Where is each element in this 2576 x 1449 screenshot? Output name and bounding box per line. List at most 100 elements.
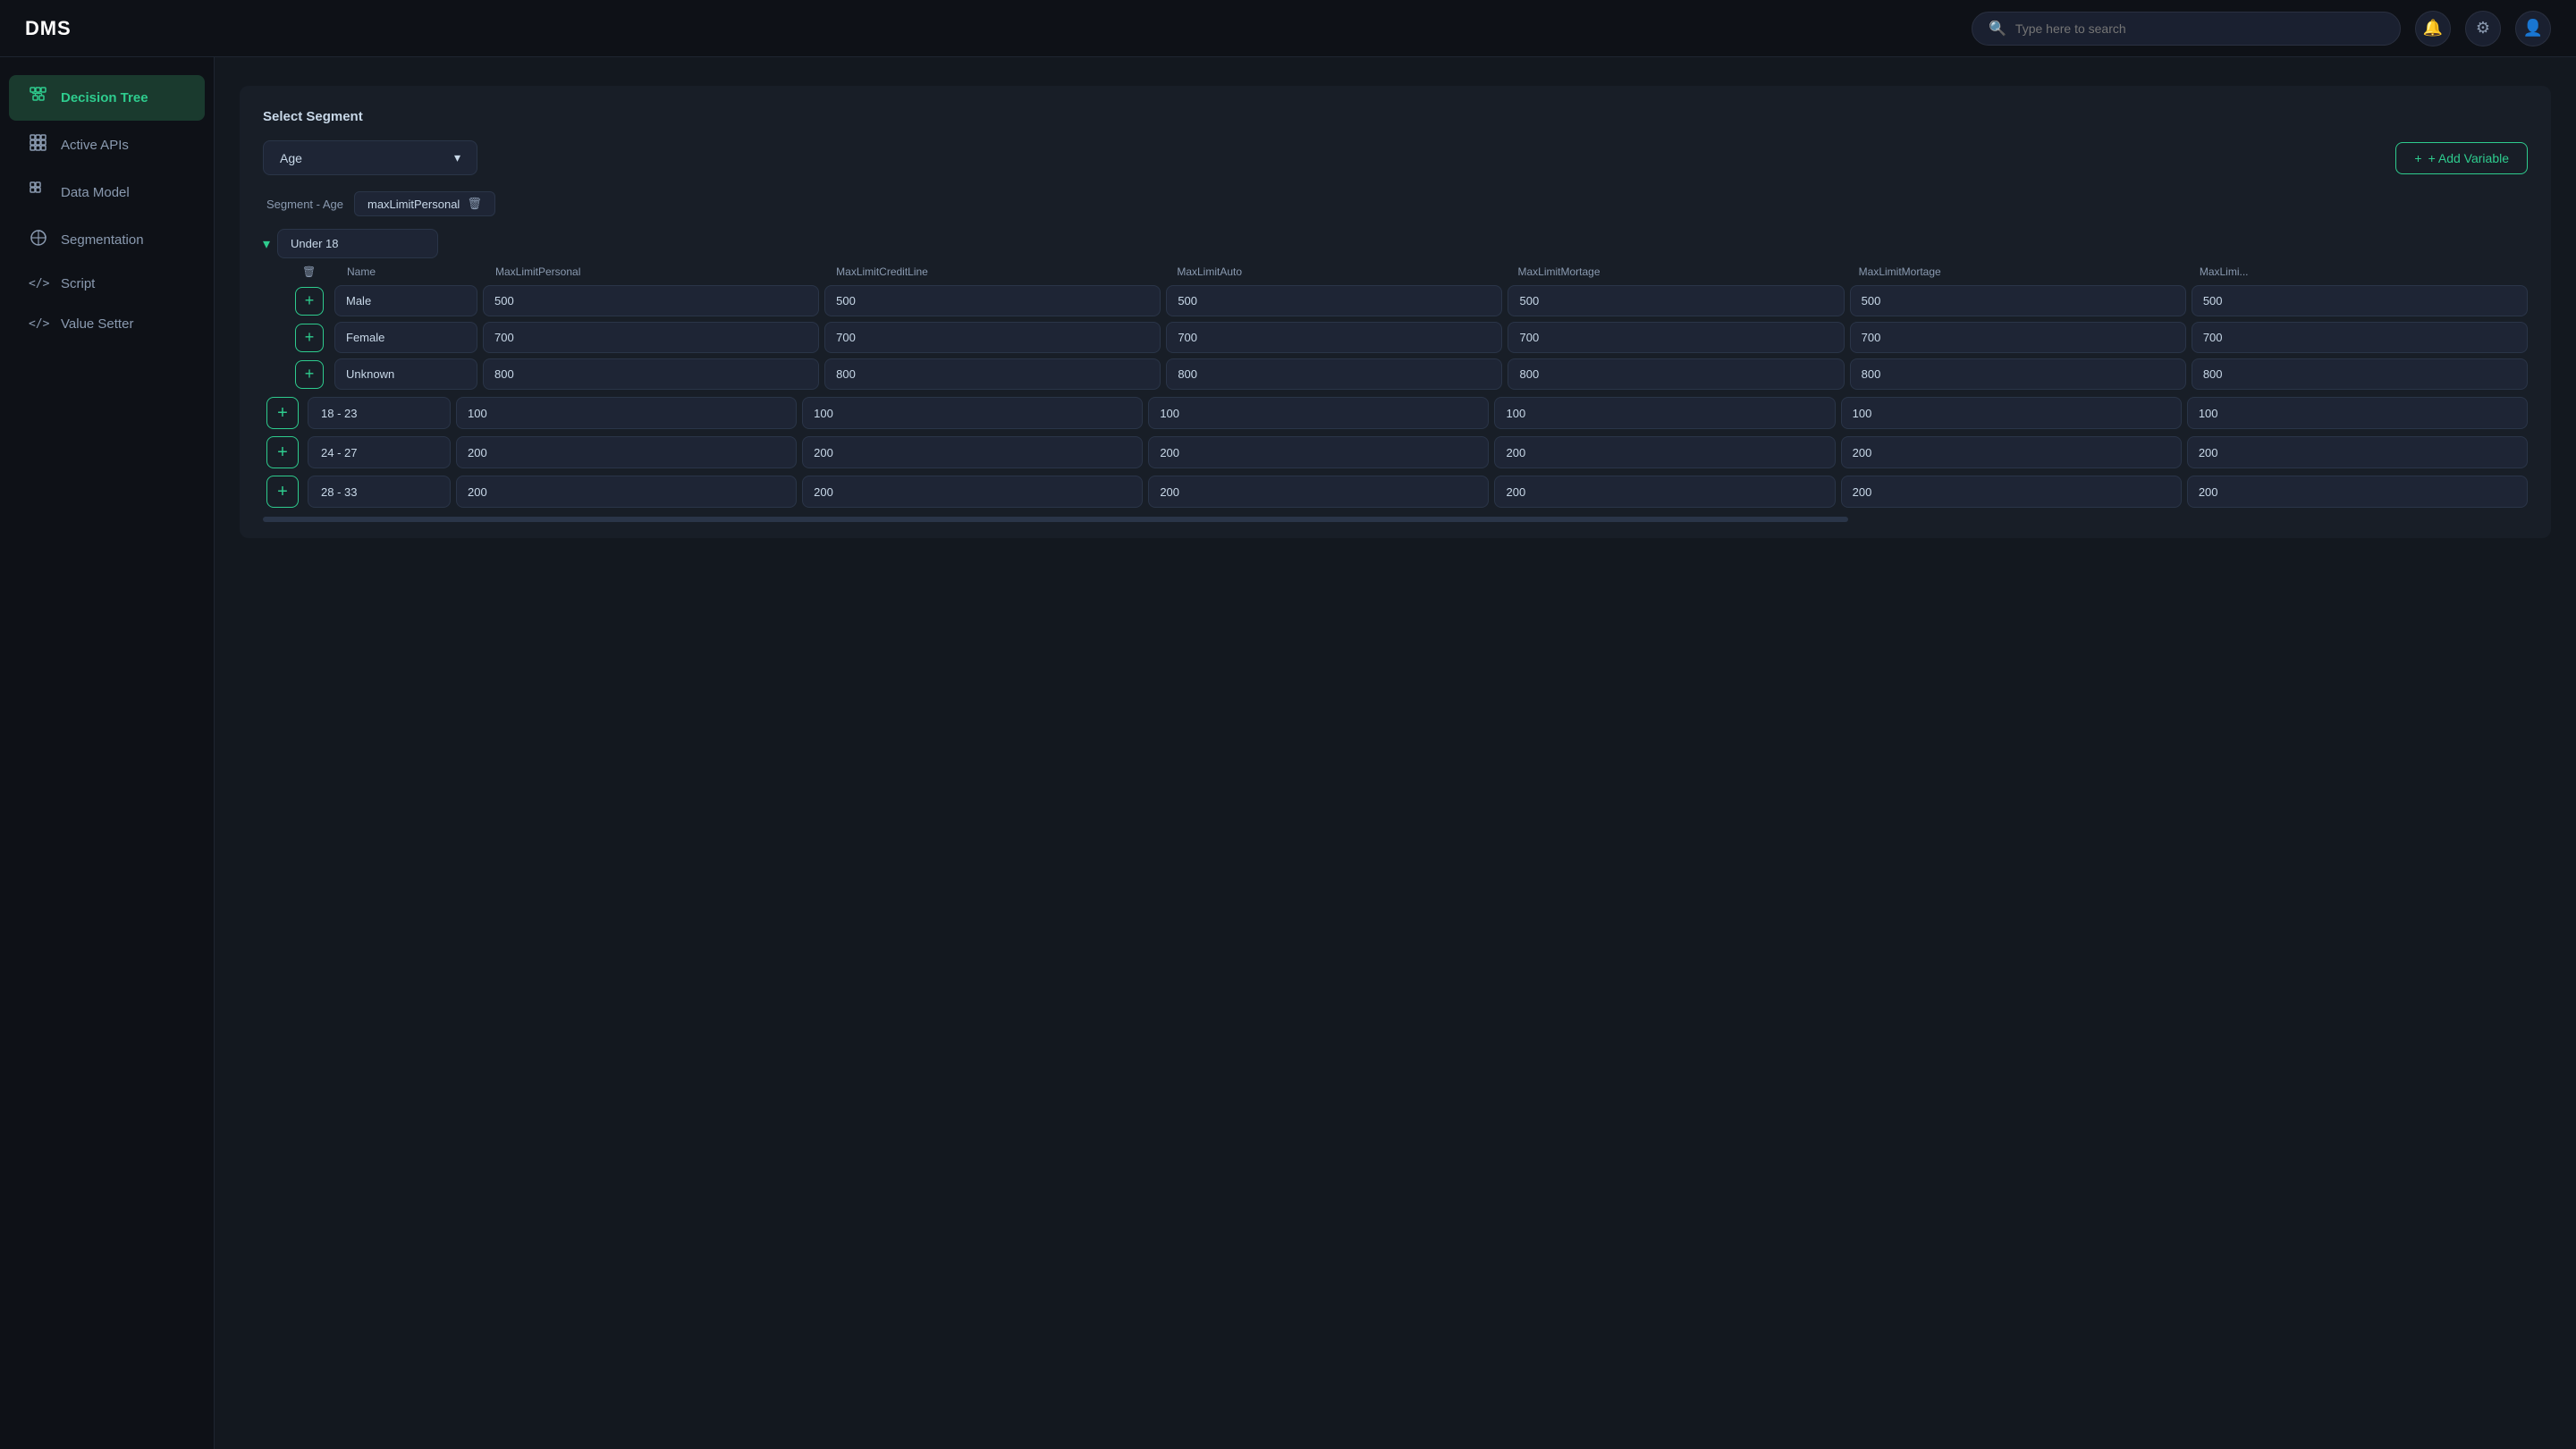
sidebar-item-data-model[interactable]: Data Model (9, 170, 205, 215)
name-input-male[interactable] (334, 285, 477, 316)
name-input-unknown[interactable] (334, 358, 477, 390)
c5-female[interactable] (1850, 322, 2186, 353)
col-header-6: MaxLimi... (2192, 262, 2528, 282)
col-header-5: MaxLimitMortage (1852, 262, 2187, 282)
add-row-button-28-33[interactable]: + (266, 476, 299, 508)
range-input-24-27[interactable] (308, 436, 451, 468)
add-row-button-male[interactable]: + (295, 287, 324, 316)
range-input-28-33[interactable] (308, 476, 451, 508)
add-row-button-24-27[interactable]: + (266, 436, 299, 468)
c5-18-23[interactable] (1841, 397, 2182, 429)
segment-panel: Select Segment Age ▾ + + Add Variable Se… (240, 86, 2551, 538)
c2-unknown[interactable] (824, 358, 1161, 390)
segment-block-under18: ▾ 🗑 Name MaxLimitPersonal MaxLimitCredit… (263, 229, 2528, 390)
sidebar: Decision Tree Active APIs (0, 57, 215, 1449)
range-input-under18[interactable] (277, 229, 438, 258)
sidebar-item-segmentation[interactable]: Segmentation (9, 217, 205, 263)
c4-male[interactable] (1508, 285, 1844, 316)
c4-18-23[interactable] (1494, 397, 1835, 429)
c6-male[interactable] (2192, 285, 2528, 316)
sidebar-item-label: Segmentation (61, 232, 144, 248)
c3-24-27[interactable] (1148, 436, 1489, 468)
add-row-button-female[interactable]: + (295, 324, 324, 352)
col-header-name: Name (340, 262, 483, 282)
col-header-3: MaxLimitAuto (1170, 262, 1505, 282)
c3-unknown[interactable] (1166, 358, 1502, 390)
c2-female[interactable] (824, 322, 1161, 353)
delete-variable-icon[interactable]: 🗑 (467, 197, 482, 211)
c4-28-33[interactable] (1494, 476, 1835, 508)
c1-male[interactable] (483, 285, 819, 316)
c5-28-33[interactable] (1841, 476, 2182, 508)
c4-unknown[interactable] (1508, 358, 1844, 390)
c3-28-33[interactable] (1148, 476, 1489, 508)
settings-button[interactable]: ⚙ (2465, 11, 2501, 46)
add-variable-label: + Add Variable (2428, 151, 2509, 165)
c1-18-23[interactable] (456, 397, 797, 429)
variable-tag-text: maxLimitPersonal (367, 198, 460, 211)
decision-tree-icon (29, 87, 48, 109)
add-row-button-18-23[interactable]: + (266, 397, 299, 429)
value-setter-icon: </> (29, 317, 48, 331)
add-row-button-unknown[interactable]: + (295, 360, 324, 389)
sidebar-item-label: Value Setter (61, 316, 133, 332)
c2-18-23[interactable] (802, 397, 1143, 429)
sidebar-item-label: Data Model (61, 185, 130, 200)
search-input[interactable] (2015, 21, 2384, 36)
search-bar[interactable]: 🔍 (1972, 12, 2401, 46)
sidebar-item-value-setter[interactable]: </> Value Setter (9, 305, 205, 343)
data-model-icon (29, 181, 48, 204)
segment-dropdown[interactable]: Age ▾ (263, 140, 477, 175)
c3-female[interactable] (1166, 322, 1502, 353)
segment-select-row: Age ▾ + + Add Variable (263, 140, 2528, 175)
segment-block-18-23: + (263, 397, 2528, 429)
sidebar-item-decision-tree[interactable]: Decision Tree (9, 75, 205, 121)
gear-icon: ⚙ (2476, 19, 2490, 38)
topbar: DMS 🔍 🔔 ⚙ 👤 (0, 0, 2576, 57)
c1-female[interactable] (483, 322, 819, 353)
sidebar-item-label: Script (61, 276, 95, 291)
segment-header: Select Segment (263, 109, 2528, 124)
c3-18-23[interactable] (1148, 397, 1489, 429)
select-segment-title: Select Segment (263, 109, 363, 124)
segment-label-text: Segment - Age (266, 198, 343, 211)
c5-male[interactable] (1850, 285, 2186, 316)
c5-unknown[interactable] (1850, 358, 2186, 390)
name-input-female[interactable] (334, 322, 477, 353)
active-apis-icon (29, 134, 48, 156)
c1-unknown[interactable] (483, 358, 819, 390)
c4-24-27[interactable] (1494, 436, 1835, 468)
notification-bell-button[interactable]: 🔔 (2415, 11, 2451, 46)
table-row: + (290, 358, 2528, 390)
c2-28-33[interactable] (802, 476, 1143, 508)
collapse-button-under18[interactable]: ▾ (263, 235, 270, 253)
c6-unknown[interactable] (2192, 358, 2528, 390)
range-input-18-23[interactable] (308, 397, 451, 429)
c6-female[interactable] (2192, 322, 2528, 353)
segment-block-28-33: + (263, 476, 2528, 508)
c1-24-27[interactable] (456, 436, 797, 468)
c3-male[interactable] (1166, 285, 1502, 316)
segment-dropdown-value: Age (280, 151, 302, 165)
main-layout: Decision Tree Active APIs (0, 57, 2576, 1449)
c5-24-27[interactable] (1841, 436, 2182, 468)
sidebar-item-script[interactable]: </> Script (9, 265, 205, 303)
c6-28-33[interactable] (2187, 476, 2528, 508)
segmentation-icon (29, 229, 48, 251)
c2-male[interactable] (824, 285, 1161, 316)
c1-28-33[interactable] (456, 476, 797, 508)
user-profile-button[interactable]: 👤 (2515, 11, 2551, 46)
bell-icon: 🔔 (2423, 19, 2443, 38)
variable-tag: maxLimitPersonal 🗑 (354, 191, 495, 216)
sidebar-item-active-apis[interactable]: Active APIs (9, 122, 205, 168)
horizontal-scrollbar[interactable] (263, 517, 1848, 522)
add-variable-button[interactable]: + + Add Variable (2395, 142, 2528, 174)
segment-label-row: Segment - Age maxLimitPersonal 🗑 (263, 191, 2528, 216)
user-icon: 👤 (2523, 19, 2543, 38)
c2-24-27[interactable] (802, 436, 1143, 468)
c4-female[interactable] (1508, 322, 1844, 353)
chevron-down-icon: ▾ (454, 150, 460, 165)
c6-18-23[interactable] (2187, 397, 2528, 429)
main-content: Select Segment Age ▾ + + Add Variable Se… (215, 57, 2576, 1449)
c6-24-27[interactable] (2187, 436, 2528, 468)
